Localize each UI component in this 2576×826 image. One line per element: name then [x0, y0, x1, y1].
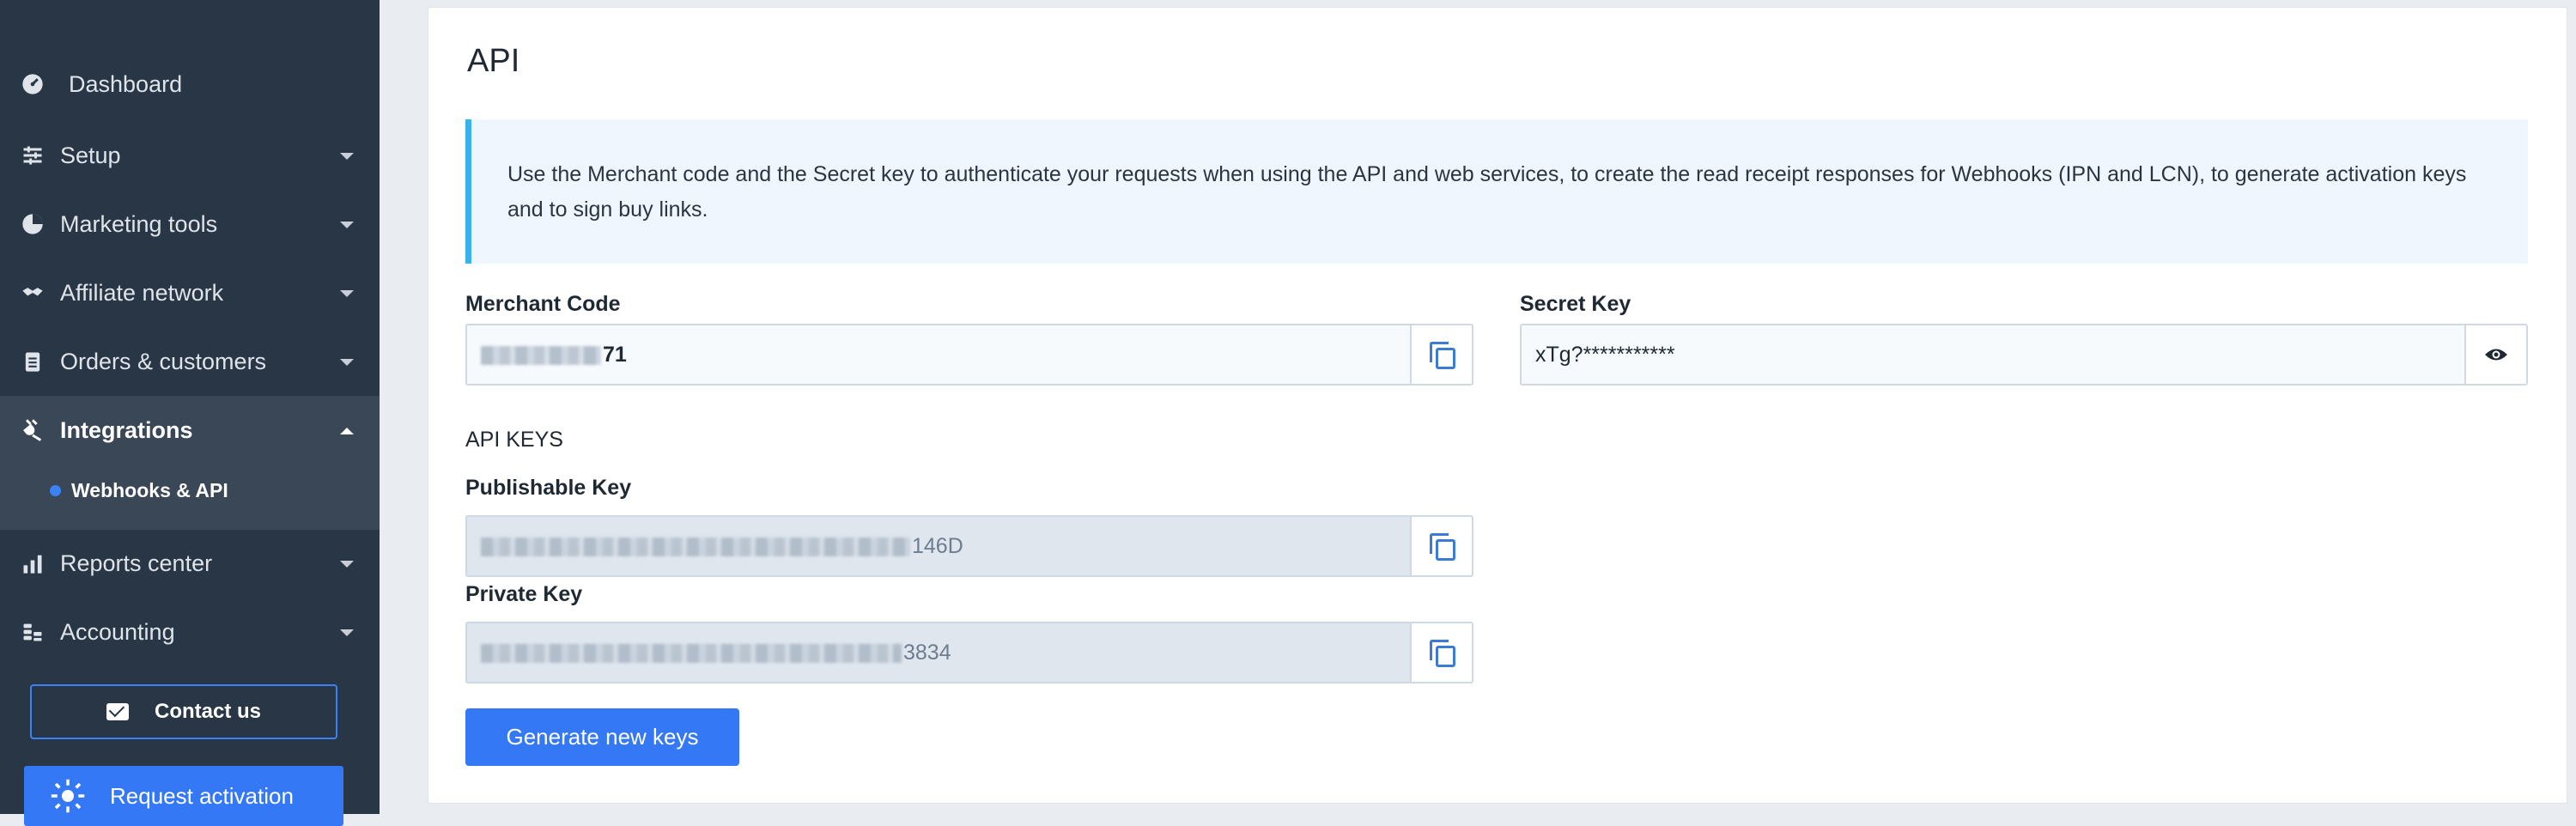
secret-key-label: Secret Key — [1520, 292, 1631, 316]
copy-icon — [1430, 533, 1455, 561]
sidebar-item-accounting[interactable]: Accounting — [0, 598, 380, 666]
copy-icon — [1430, 640, 1455, 667]
generate-new-keys-label: Generate new keys — [506, 724, 699, 750]
api-keys-heading: API KEYS — [465, 428, 563, 452]
mail-icon — [106, 703, 129, 720]
copy-icon — [1430, 342, 1455, 369]
pie-chart-icon — [19, 210, 46, 238]
private-key-value: 3834 — [903, 640, 951, 665]
sidebar-subitem-label: Webhooks & API — [71, 478, 228, 501]
chevron-down-icon — [340, 290, 354, 297]
copy-merchant-code-button[interactable] — [1410, 325, 1472, 384]
sidebar-item-setup[interactable]: Setup — [0, 121, 380, 190]
chevron-down-icon — [340, 359, 354, 366]
publishable-key-label: Publishable Key — [465, 476, 632, 500]
bar-chart-icon — [19, 550, 46, 577]
handshake-icon — [19, 279, 46, 307]
request-activation-label: Request activation — [110, 782, 294, 809]
plug-icon — [19, 416, 46, 444]
dashboard-icon — [19, 70, 46, 98]
copy-private-key-button[interactable] — [1410, 623, 1472, 682]
sliders-icon — [19, 142, 46, 169]
secret-key-field[interactable]: xTg?*********** — [1520, 324, 2528, 386]
private-key-field[interactable]: 3834 — [465, 622, 1473, 683]
contact-us-label: Contact us — [154, 700, 261, 723]
sidebar-item-label: Integrations — [60, 416, 193, 443]
info-box: Use the Merchant code and the Secret key… — [465, 119, 2528, 264]
eye-icon — [2485, 349, 2507, 361]
masked-value — [481, 643, 902, 663]
sidebar-item-label: Setup — [60, 142, 121, 168]
generate-new-keys-button[interactable]: Generate new keys — [465, 708, 739, 766]
private-key-label: Private Key — [465, 582, 583, 606]
sun-icon — [51, 779, 85, 813]
sidebar-item-label: Dashboard — [69, 70, 183, 97]
secret-key-value: xTg?*********** — [1535, 342, 1675, 367]
contact-us-button[interactable]: Contact us — [30, 684, 337, 739]
active-dot-icon — [50, 484, 61, 496]
sidebar-item-affiliate-network[interactable]: Affiliate network — [0, 258, 380, 327]
sidebar-item-label: Affiliate network — [60, 279, 224, 306]
sidebar-item-marketing-tools[interactable]: Marketing tools — [0, 190, 380, 258]
sidebar-item-orders-customers[interactable]: Orders & customers — [0, 327, 380, 396]
copy-publishable-key-button[interactable] — [1410, 517, 1472, 575]
merchant-code-label: Merchant Code — [465, 292, 621, 316]
chevron-down-icon — [340, 222, 354, 228]
sidebar-item-label: Marketing tools — [60, 210, 218, 237]
request-activation-button[interactable]: Request activation — [24, 766, 343, 826]
masked-value — [481, 537, 910, 556]
publishable-key-field[interactable]: 146D — [465, 515, 1473, 577]
info-text: Use the Merchant code and the Secret key… — [507, 162, 2467, 222]
sidebar: Dashboard Setup Marketing tools Affiliat… — [0, 0, 380, 826]
merchant-code-value: 71 — [603, 342, 627, 367]
page-title: API — [467, 43, 520, 79]
sidebar-subitem-webhooks-api[interactable]: Webhooks & API — [50, 474, 228, 507]
publishable-key-value: 146D — [912, 533, 963, 558]
sidebar-item-dashboard[interactable]: Dashboard — [0, 50, 380, 118]
merchant-code-field[interactable]: 71 — [465, 324, 1473, 386]
masked-value — [481, 345, 601, 365]
sidebar-item-reports-center[interactable]: Reports center — [0, 529, 380, 598]
toggle-secret-visibility-button[interactable] — [2464, 325, 2526, 384]
sidebar-item-label: Accounting — [60, 618, 175, 645]
chevron-down-icon — [340, 153, 354, 160]
chevron-up-icon — [340, 428, 354, 434]
sidebar-item-label: Reports center — [60, 550, 213, 576]
sidebar-item-label: Orders & customers — [60, 348, 267, 374]
sidebar-item-integrations[interactable]: Integrations — [0, 396, 380, 465]
chevron-down-icon — [340, 629, 354, 636]
clipboard-icon — [19, 348, 46, 375]
chevron-down-icon — [340, 561, 354, 568]
coins-icon — [19, 618, 46, 646]
